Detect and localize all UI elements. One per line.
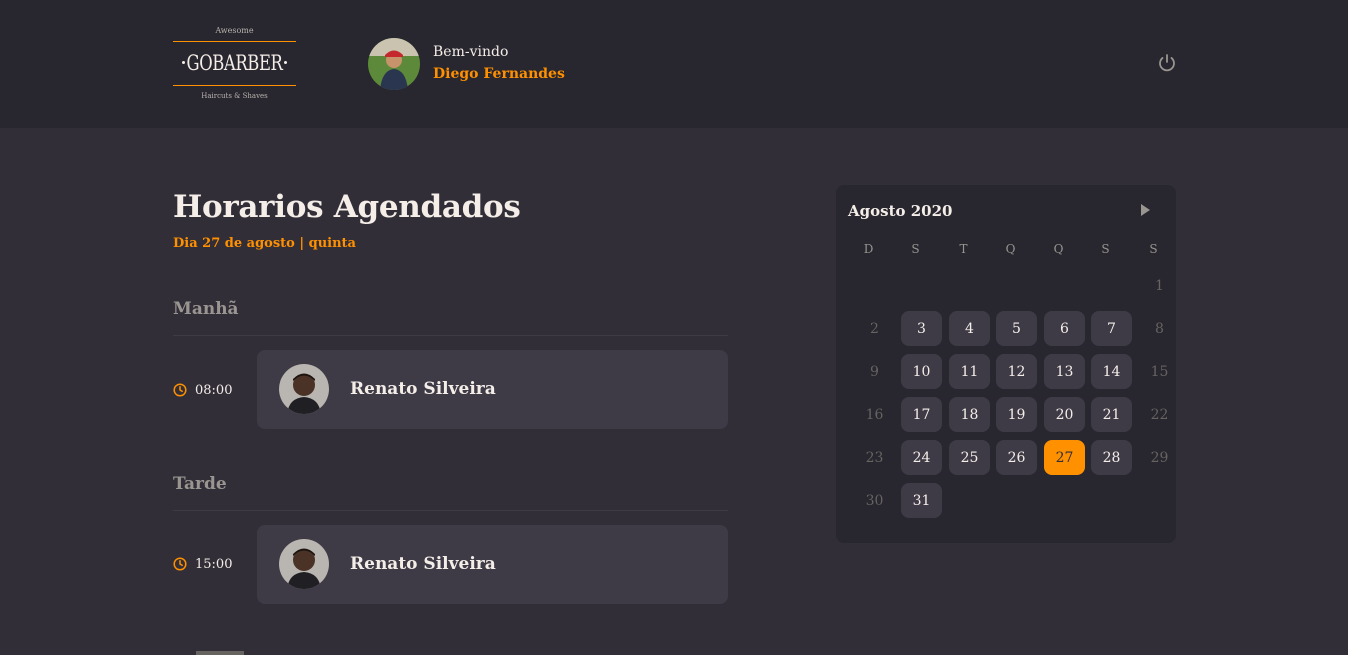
appointment-card[interactable]: Renato Silveira — [257, 525, 728, 604]
calendar-day: 2 — [870, 320, 879, 337]
calendar-day[interactable]: 5 — [996, 311, 1037, 346]
appointment-time-label: 15:00 — [195, 556, 233, 572]
calendar-day[interactable]: 27 — [1044, 440, 1085, 475]
provider-name: Renato Silveira — [350, 554, 496, 574]
weekday-header: Q — [1005, 242, 1016, 256]
selected-date-subtitle: Dia 27 de agosto | quinta — [173, 236, 356, 251]
logout-button[interactable] — [1157, 53, 1177, 73]
appointment-time-label: 08:00 — [195, 382, 233, 398]
weekday-header: D — [863, 242, 874, 256]
gobarber-logo[interactable]: Awesome GOBARBER Haircuts & Shaves — [173, 24, 296, 104]
next-month-button[interactable] — [1138, 202, 1152, 218]
provider-name: Renato Silveira — [350, 379, 496, 399]
provider-avatar — [279, 539, 329, 589]
calendar-day: 15 — [1150, 363, 1169, 380]
section-divider — [173, 510, 728, 511]
calendar-day[interactable]: 25 — [949, 440, 990, 475]
weekday-header: S — [911, 242, 920, 256]
calendar-day[interactable]: 4 — [949, 311, 990, 346]
calendar-day[interactable]: 18 — [949, 397, 990, 432]
calendar-day: 8 — [1155, 320, 1164, 337]
calendar-day[interactable]: 11 — [949, 354, 990, 389]
provider-avatar — [279, 364, 329, 414]
user-name-link[interactable]: Diego Fernandes — [433, 66, 565, 82]
calendar-day[interactable]: 31 — [901, 483, 942, 518]
calendar-day: 29 — [1150, 449, 1169, 466]
calendar-day: 23 — [865, 449, 884, 466]
logo-top-tag: Awesome — [215, 26, 254, 35]
user-avatar[interactable] — [368, 38, 420, 90]
calendar-day: 1 — [1155, 277, 1164, 294]
calendar-day[interactable]: 24 — [901, 440, 942, 475]
weekday-header: Q — [1053, 242, 1064, 256]
calendar-day: 22 — [1150, 406, 1169, 423]
calendar-day[interactable]: 26 — [996, 440, 1037, 475]
power-icon — [1159, 54, 1175, 72]
calendar-day[interactable]: 12 — [996, 354, 1037, 389]
appointment-card[interactable]: Renato Silveira — [257, 350, 728, 429]
calendar-day[interactable]: 17 — [901, 397, 942, 432]
logo-brand: GOBARBER — [186, 51, 283, 75]
clock-icon — [173, 383, 187, 397]
calendar-day[interactable]: 7 — [1091, 311, 1132, 346]
calendar-day[interactable]: 6 — [1044, 311, 1085, 346]
calendar: Agosto 2020 D S T Q Q S S 1 2 3 4 5 6 7 8 9 10 11 12 13 14 15… — [836, 185, 1176, 543]
logo-dot-left — [182, 61, 185, 64]
calendar-day[interactable]: 14 — [1091, 354, 1132, 389]
section-title-morning: Manhã — [173, 299, 239, 319]
calendar-month-caption: Agosto 2020 — [848, 202, 953, 220]
calendar-day: 30 — [865, 492, 884, 509]
welcome-label: Bem-vindo — [433, 44, 509, 60]
appointment-time: 15:00 — [173, 554, 232, 574]
calendar-day[interactable]: 10 — [901, 354, 942, 389]
weekday-header: T — [959, 242, 968, 256]
weekday-header: S — [1101, 242, 1110, 256]
appointment-time: 08:00 — [173, 380, 232, 400]
scroll-indicator — [196, 651, 244, 655]
calendar-day: 16 — [865, 406, 884, 423]
page-title: Horarios Agendados — [173, 189, 521, 225]
calendar-day[interactable]: 13 — [1044, 354, 1085, 389]
calendar-day[interactable]: 3 — [901, 311, 942, 346]
section-title-afternoon: Tarde — [173, 474, 227, 494]
calendar-day[interactable]: 19 — [996, 397, 1037, 432]
weekday-header: S — [1149, 242, 1158, 256]
play-right-icon — [1141, 204, 1150, 216]
calendar-day[interactable]: 21 — [1091, 397, 1132, 432]
logo-rule-top — [173, 41, 296, 42]
calendar-day[interactable]: 20 — [1044, 397, 1085, 432]
logo-rule-bottom — [173, 85, 296, 86]
app-header: Awesome GOBARBER Haircuts & Shaves Bem-v… — [0, 0, 1348, 128]
calendar-day: 9 — [870, 363, 879, 380]
logo-dot-right — [284, 61, 287, 64]
clock-icon — [173, 557, 187, 571]
logo-bottom-tag: Haircuts & Shaves — [201, 92, 268, 100]
calendar-day[interactable]: 28 — [1091, 440, 1132, 475]
section-divider — [173, 335, 728, 336]
